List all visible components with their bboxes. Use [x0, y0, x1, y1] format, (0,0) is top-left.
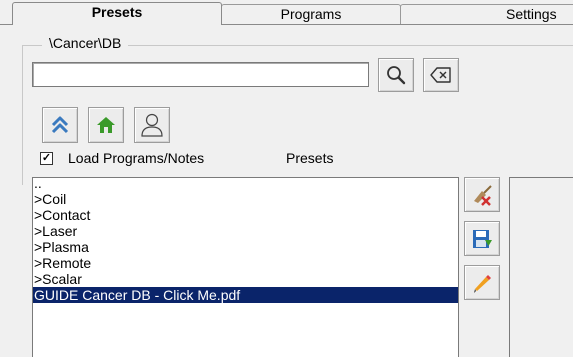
- parent-folder-button[interactable]: [42, 107, 78, 143]
- user-icon: [141, 113, 163, 137]
- tab-settings[interactable]: Settings: [400, 4, 573, 24]
- clear-input-icon: [430, 67, 451, 83]
- save-preset-button[interactable]: [464, 221, 500, 256]
- preview-panel: [509, 177, 573, 357]
- tab-programs[interactable]: Programs: [221, 4, 401, 24]
- broom-delete-icon: [474, 184, 492, 206]
- search-button[interactable]: [378, 58, 414, 92]
- list-item[interactable]: ..: [33, 178, 458, 191]
- double-chevron-up-icon: [51, 116, 69, 134]
- load-programs-label[interactable]: Load Programs/Notes: [68, 150, 204, 166]
- tab-presets[interactable]: Presets: [12, 2, 222, 25]
- list-item[interactable]: >Coil: [33, 191, 458, 207]
- user-button[interactable]: [134, 107, 170, 143]
- load-programs-checkbox[interactable]: ✓: [40, 152, 53, 165]
- delete-preset-button[interactable]: [464, 177, 500, 212]
- list-item[interactable]: >Remote: [33, 255, 458, 271]
- tab-bar: Presets Programs Settings: [0, 0, 573, 25]
- presets-label: Presets: [286, 150, 334, 166]
- list-item-selected[interactable]: GUIDE Cancer DB - Click Me.pdf: [33, 287, 458, 303]
- search-input[interactable]: [32, 62, 369, 87]
- save-icon: [473, 229, 492, 248]
- magnifier-icon: [387, 66, 406, 85]
- edit-preset-button[interactable]: [464, 265, 500, 300]
- list-item[interactable]: >Plasma: [33, 239, 458, 255]
- list-item[interactable]: >Scalar: [33, 271, 458, 287]
- list-item[interactable]: >Contact: [33, 207, 458, 223]
- home-button[interactable]: [88, 107, 124, 143]
- list-item[interactable]: >Laser: [33, 223, 458, 239]
- home-icon: [97, 117, 115, 133]
- pencil-icon: [474, 274, 491, 293]
- presets-list[interactable]: .. >Coil >Contact >Laser >Plasma >Remote…: [32, 177, 459, 357]
- clear-search-button[interactable]: [423, 58, 459, 92]
- path-title: \Cancer\DB: [42, 35, 129, 51]
